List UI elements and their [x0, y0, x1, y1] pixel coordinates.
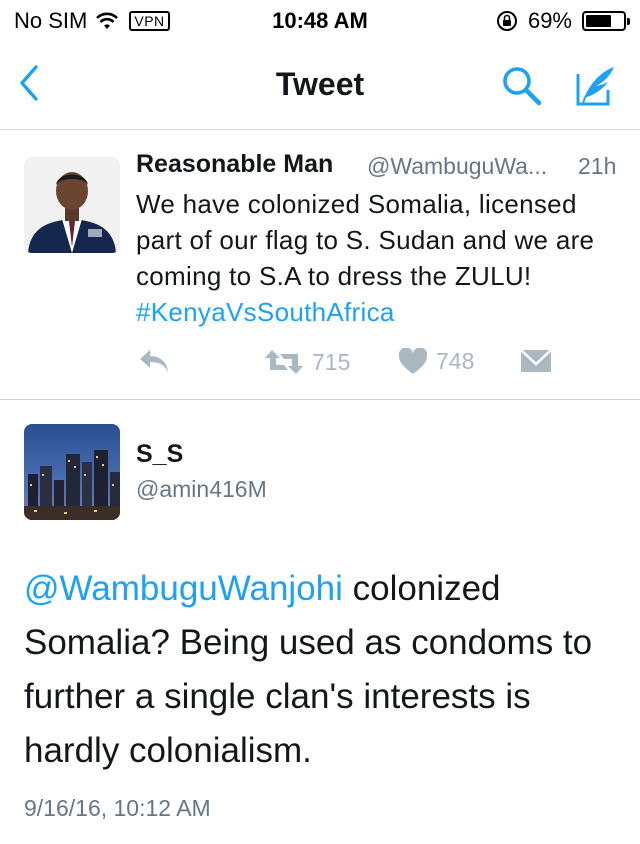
status-bar: No SIM VPN 10:48 AM 69%: [0, 0, 640, 40]
direct-message-button[interactable]: [520, 348, 552, 374]
city-skyline-photo: [24, 424, 120, 520]
battery-fill: [586, 15, 611, 27]
battery-icon: [582, 11, 630, 31]
author-handle[interactable]: @WambuguWa...: [367, 153, 547, 180]
reply-avatar[interactable]: [24, 424, 120, 520]
tweet-text: We have colonized Somalia, licensed part…: [136, 186, 626, 330]
author-name[interactable]: Reasonable Man: [136, 150, 333, 179]
nav-bar: Tweet: [0, 40, 640, 130]
reply-icon: [140, 350, 168, 372]
status-right: 69%: [496, 8, 630, 34]
heart-icon: [398, 348, 428, 374]
reply-author-handle[interactable]: @amin416M: [136, 476, 267, 503]
reply-timestamp: 9/16/16, 10:12 AM: [24, 795, 211, 821]
orientation-lock-icon: [496, 11, 517, 31]
search-icon[interactable]: [500, 64, 544, 108]
hashtag-link[interactable]: #KenyaVsSouthAfrica: [136, 297, 395, 327]
divider: [0, 399, 640, 400]
retweet-count: 715: [312, 348, 351, 375]
tweet-body: We have colonized Somalia, licensed part…: [136, 189, 595, 291]
reply-button[interactable]: [138, 348, 170, 374]
compose-icon[interactable]: [572, 64, 618, 108]
like-count: 748: [436, 348, 475, 374]
retweet-icon: [265, 350, 303, 374]
envelope-icon: [520, 349, 552, 372]
retweet-button[interactable]: 715: [264, 348, 350, 376]
mention-link[interactable]: @WambuguWanjohi: [24, 569, 343, 608]
reply-text: @WambuguWanjohi colonized Somalia? Being…: [24, 562, 624, 778]
tweet-time: 21h: [578, 153, 617, 179]
avatar[interactable]: [24, 157, 120, 253]
battery-percent: 69%: [527, 8, 572, 33]
reply-author-name[interactable]: S_S: [136, 440, 183, 469]
page-title: Tweet: [275, 66, 365, 102]
profile-photo: [24, 157, 120, 253]
like-button[interactable]: 748: [398, 348, 474, 375]
